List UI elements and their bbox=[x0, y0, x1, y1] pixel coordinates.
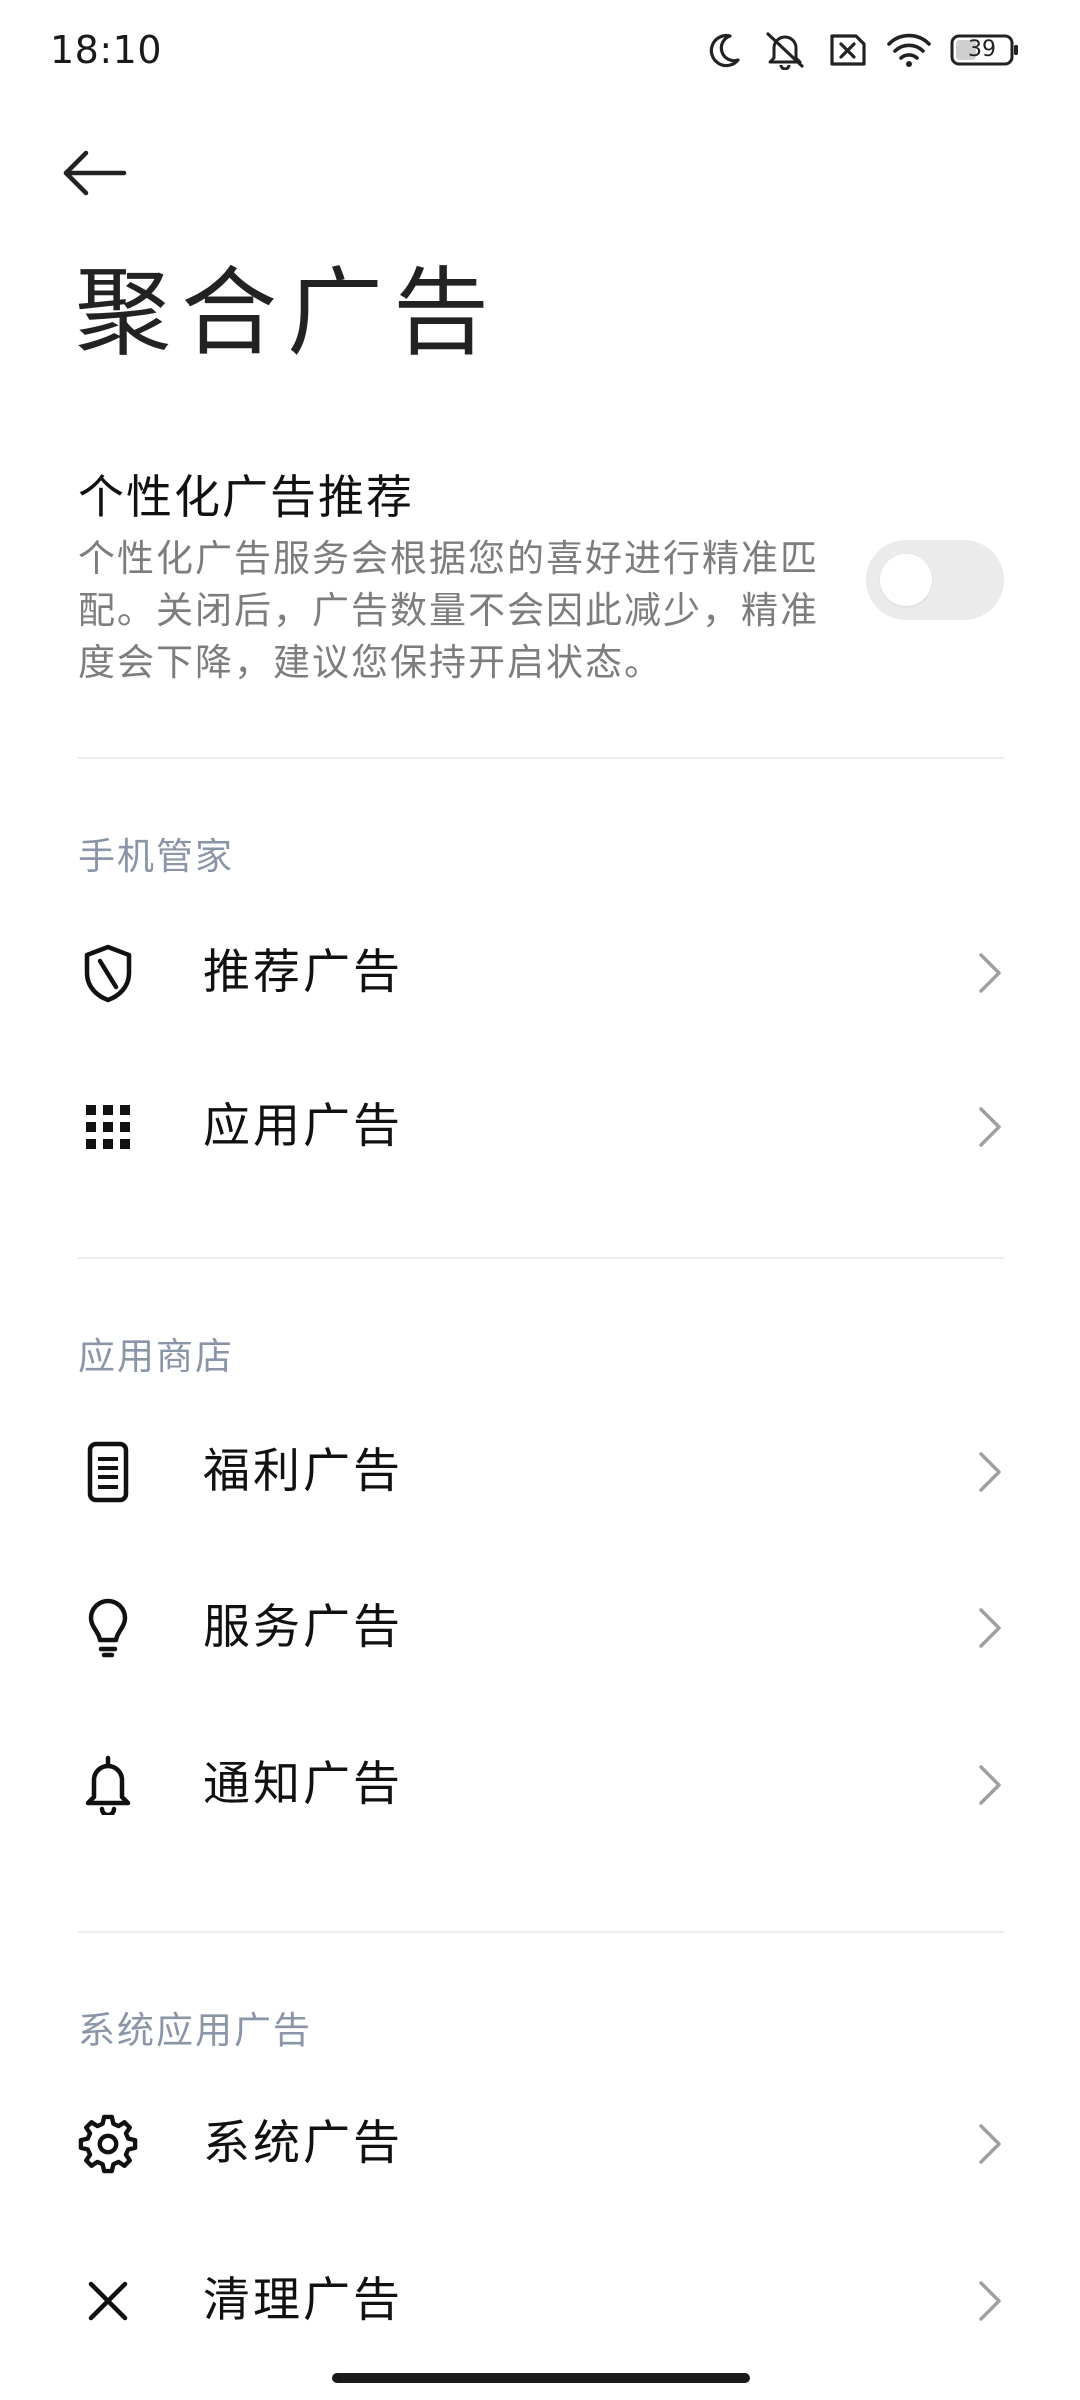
list-item-system-ads[interactable]: 系统广告 bbox=[0, 2069, 1080, 2219]
item-label: 推荐广告 bbox=[203, 945, 403, 1000]
list-item-notification-ads[interactable]: 通知广告 bbox=[0, 1710, 1080, 1860]
shield-icon bbox=[78, 943, 138, 1003]
list-item-welfare-ads[interactable]: 福利广告 bbox=[0, 1397, 1080, 1547]
item-label: 系统广告 bbox=[203, 2116, 403, 2171]
battery-icon: 39 bbox=[950, 32, 1020, 68]
list-item-cleanup-ads[interactable]: 清理广告 bbox=[0, 2226, 1080, 2376]
gear-icon bbox=[78, 2114, 138, 2174]
chevron-right-icon bbox=[975, 2279, 1005, 2323]
item-label: 清理广告 bbox=[203, 2273, 403, 2328]
wifi-icon bbox=[886, 32, 932, 68]
arrow-left-icon bbox=[60, 148, 130, 202]
battery-level: 39 bbox=[968, 37, 996, 62]
status-time: 18:10 bbox=[50, 28, 163, 72]
close-icon bbox=[78, 2271, 138, 2331]
chevron-right-icon bbox=[975, 951, 1005, 995]
mute-icon bbox=[762, 30, 808, 70]
chevron-right-icon bbox=[975, 1763, 1005, 1807]
sim-error-icon bbox=[826, 32, 868, 68]
status-bar: 18:10 39 bbox=[0, 0, 1080, 110]
item-label: 服务广告 bbox=[203, 1600, 403, 1655]
page-title: 聚合广告 bbox=[75, 257, 499, 369]
chevron-right-icon bbox=[975, 1105, 1005, 1149]
personalized-ad-title: 个性化广告推荐 bbox=[78, 470, 414, 524]
item-label: 福利广告 bbox=[203, 1444, 403, 1499]
list-item-service-ads[interactable]: 服务广告 bbox=[0, 1553, 1080, 1703]
divider bbox=[78, 1257, 1004, 1259]
lightbulb-icon bbox=[78, 1598, 138, 1658]
chevron-right-icon bbox=[975, 2122, 1005, 2166]
settings-page: 18:10 39 聚合广告 个性化广告推荐 个性化广告服务会根据您的喜好进行精准… bbox=[0, 0, 1080, 2400]
divider bbox=[78, 757, 1004, 759]
section-header-system-apps: 系统应用广告 bbox=[78, 2009, 312, 2052]
item-label: 应用广告 bbox=[203, 1099, 403, 1154]
section-header-app-store: 应用商店 bbox=[78, 1335, 234, 1378]
chevron-right-icon bbox=[975, 1606, 1005, 1650]
chevron-right-icon bbox=[975, 1450, 1005, 1494]
toggle-knob bbox=[880, 554, 932, 606]
list-item-recommended-ads[interactable]: 推荐广告 bbox=[0, 898, 1080, 1048]
apps-grid-icon bbox=[78, 1097, 138, 1157]
section-header-phone-manager: 手机管家 bbox=[78, 835, 234, 878]
bell-icon bbox=[78, 1755, 138, 1815]
back-button[interactable] bbox=[60, 135, 160, 215]
status-icons: 39 bbox=[704, 30, 1020, 70]
phone-doc-icon bbox=[78, 1441, 138, 1503]
item-label: 通知广告 bbox=[203, 1757, 403, 1812]
personalized-ad-toggle[interactable] bbox=[866, 540, 1004, 620]
moon-icon bbox=[704, 30, 744, 70]
divider bbox=[78, 1931, 1004, 1933]
home-indicator[interactable] bbox=[332, 2373, 750, 2383]
personalized-ad-description: 个性化广告服务会根据您的喜好进行精准匹配。关闭后，广告数量不会因此减少，精准度会… bbox=[78, 537, 819, 685]
list-item-app-ads[interactable]: 应用广告 bbox=[0, 1052, 1080, 1202]
